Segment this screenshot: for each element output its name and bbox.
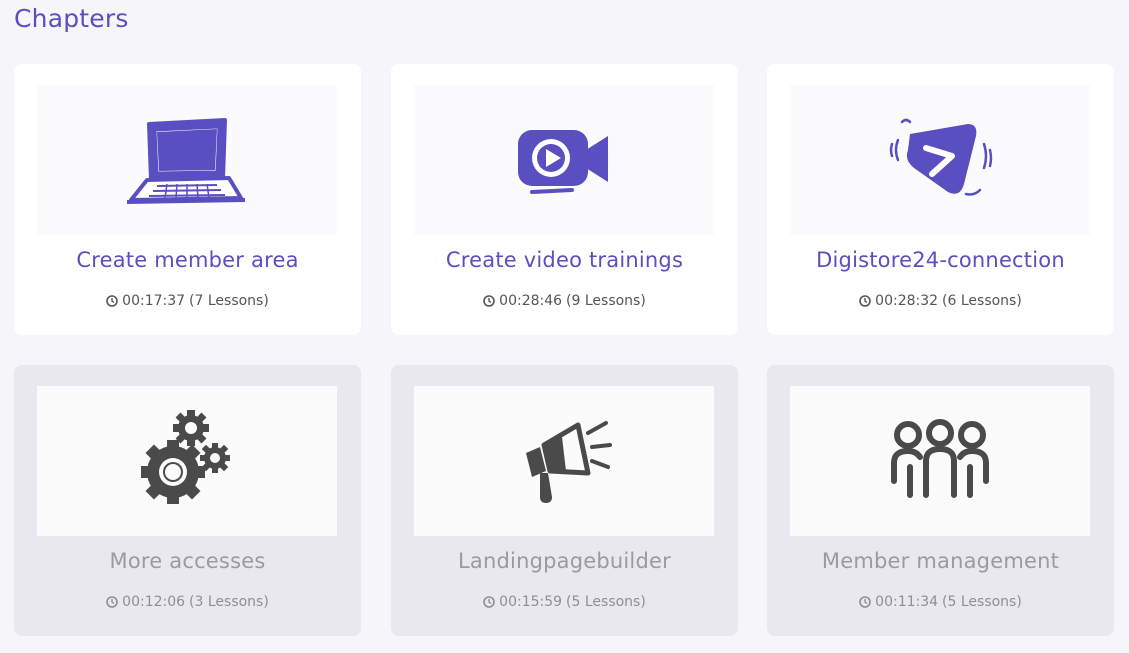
laptop-icon [126,118,246,204]
clock-icon [106,295,118,307]
chapter-title: Landingpagebuilder [458,549,671,573]
chapter-title: Digistore24-connection [816,248,1065,272]
chapter-duration: 00:15:59 [499,594,563,610]
video-camera-icon [518,130,608,194]
chapter-lessons: (5 Lessons) [566,594,646,610]
chapter-card-create-video-trainings[interactable]: Create video trainings 00:28:46 (9 Lesso… [391,64,738,335]
chapter-duration: 00:17:37 [122,293,186,309]
chapter-duration: 00:28:46 [499,293,563,309]
megaphone-icon [526,421,612,503]
chapter-thumbnail [790,386,1090,536]
chapter-duration: 00:28:32 [875,293,939,309]
chapter-title: Create member area [76,248,299,272]
chapter-lessons: (3 Lessons) [189,594,269,610]
chapter-title: Member management [821,549,1060,573]
chapter-lessons: (5 Lessons) [942,594,1022,610]
chapter-thumbnail [37,386,337,536]
chapter-card-landingpagebuilder[interactable]: Landingpagebuilder 00:15:59 (5 Lessons) [391,365,738,636]
chapter-card-member-management[interactable]: Member management 00:11:34 (5 Lessons) [767,365,1114,636]
clock-icon [483,596,495,608]
chapter-card-create-member-area[interactable]: Create member area 00:17:37 (7 Lessons) [14,64,361,335]
gears-icon [141,410,230,504]
chapter-lessons: (7 Lessons) [189,293,269,309]
clock-icon [106,596,118,608]
digistore-logo-icon [889,118,993,196]
chapter-card-digistore24-connection[interactable]: Digistore24-connection 00:28:32 (6 Lesso… [767,64,1114,335]
chapter-title: More accesses [109,549,266,573]
chapter-duration: 00:12:06 [122,594,186,610]
chapter-meta: 00:12:06 (3 Lessons) [14,594,361,610]
chapter-thumbnail [790,85,1090,235]
clock-icon [859,596,871,608]
chapter-thumbnail [414,386,714,536]
chapter-meta: 00:15:59 (5 Lessons) [391,594,738,610]
chapter-lessons: (6 Lessons) [942,293,1022,309]
chapter-title: Create video trainings [445,248,684,272]
clock-icon [859,295,871,307]
chapter-meta: 00:28:46 (9 Lessons) [391,293,738,309]
chapter-meta: 00:17:37 (7 Lessons) [14,293,361,309]
page-title: Chapters [14,4,129,33]
chapter-thumbnail [37,85,337,235]
chapter-thumbnail [414,85,714,235]
clock-icon [483,295,495,307]
users-group-icon [891,419,989,498]
chapter-card-more-accesses[interactable]: More accesses 00:12:06 (3 Lessons) [14,365,361,636]
chapter-meta: 00:28:32 (6 Lessons) [767,293,1114,309]
chapter-lessons: (9 Lessons) [566,293,646,309]
chapter-duration: 00:11:34 [875,594,939,610]
chapter-meta: 00:11:34 (5 Lessons) [767,594,1114,610]
